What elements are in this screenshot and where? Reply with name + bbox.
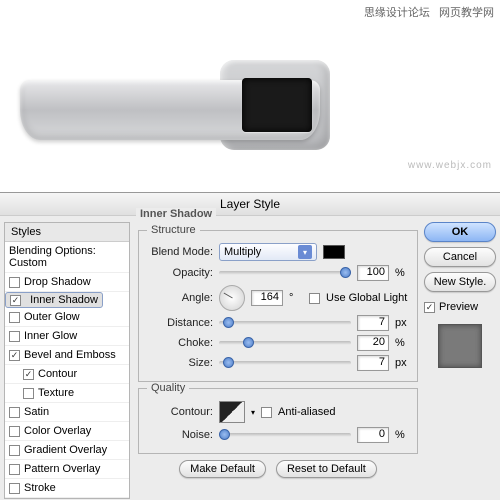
style-item-label: Stroke <box>24 482 56 494</box>
ok-button[interactable]: OK <box>424 222 496 242</box>
style-checkbox[interactable] <box>9 445 20 456</box>
styles-header[interactable]: Styles <box>5 223 129 242</box>
contour-label: Contour: <box>147 406 213 418</box>
preview-label: Preview <box>439 301 478 313</box>
noise-input[interactable]: 0 <box>357 427 389 443</box>
distance-label: Distance: <box>147 317 213 329</box>
cancel-button[interactable]: Cancel <box>424 247 496 267</box>
style-item-inner-glow[interactable]: Inner Glow <box>5 327 129 346</box>
style-item-color-overlay[interactable]: Color Overlay <box>5 422 129 441</box>
dialog-title: Layer Style <box>0 193 500 216</box>
style-item-label: Drop Shadow <box>24 276 91 288</box>
style-checkbox[interactable] <box>9 331 20 342</box>
style-item-label: Gradient Overlay <box>24 444 107 456</box>
choke-label: Choke: <box>147 337 213 349</box>
quality-group: Quality Contour: ▾ Anti-aliased Noise: 0… <box>138 388 418 454</box>
style-item-satin[interactable]: Satin <box>5 403 129 422</box>
noise-slider[interactable] <box>219 433 351 437</box>
new-style-button[interactable]: New Style. <box>424 272 496 292</box>
distance-input[interactable]: 7 <box>357 315 389 331</box>
style-item-label: Satin <box>24 406 49 418</box>
style-item-texture[interactable]: Texture <box>5 384 129 403</box>
action-pane: OK Cancel New Style. Preview <box>424 216 500 496</box>
blend-mode-label: Blend Mode: <box>147 246 213 258</box>
quality-label: Quality <box>147 382 189 394</box>
structure-group: Structure Blend Mode: Multiply ▾ Opacity… <box>138 230 418 382</box>
blend-mode-select[interactable]: Multiply ▾ <box>219 243 317 261</box>
choke-input[interactable]: 20 <box>357 335 389 351</box>
panel-title: Inner Shadow <box>136 208 216 220</box>
opacity-slider[interactable] <box>219 271 351 275</box>
style-item-bevel-and-emboss[interactable]: Bevel and Emboss <box>5 346 129 365</box>
style-item-inner-shadow[interactable]: Inner Shadow <box>5 292 103 308</box>
style-checkbox[interactable] <box>9 277 20 288</box>
angle-label: Angle: <box>147 292 213 304</box>
style-item-label: Inner Shadow <box>30 294 98 306</box>
size-label: Size: <box>147 357 213 369</box>
opacity-input[interactable]: 100 <box>357 265 389 281</box>
structure-label: Structure <box>147 224 200 236</box>
anti-aliased-checkbox[interactable] <box>261 407 272 418</box>
layer-style-dialog: Layer Style Styles Blending Options: Cus… <box>0 192 500 500</box>
style-item-label: Color Overlay <box>24 425 91 437</box>
style-item-drop-shadow[interactable]: Drop Shadow <box>5 273 129 292</box>
angle-dial[interactable] <box>219 285 245 311</box>
style-checkbox[interactable] <box>9 312 20 323</box>
settings-pane: Inner Shadow Structure Blend Mode: Multi… <box>130 216 424 496</box>
page-header: 思缘设计论坛 网页教学网 <box>358 4 494 20</box>
header-left: 思缘设计论坛 <box>364 7 430 19</box>
style-item-label: Contour <box>38 368 77 380</box>
make-default-button[interactable]: Make Default <box>179 460 266 478</box>
contour-picker[interactable] <box>219 401 245 423</box>
style-item-label: Texture <box>38 387 74 399</box>
style-checkbox[interactable] <box>9 407 20 418</box>
choke-slider[interactable] <box>219 341 351 345</box>
style-checkbox[interactable] <box>9 350 20 361</box>
global-light-label: Use Global Light <box>326 292 407 304</box>
style-item-contour[interactable]: Contour <box>5 365 129 384</box>
object-preview <box>10 30 340 160</box>
shadow-color-swatch[interactable] <box>323 245 345 259</box>
style-checkbox[interactable] <box>23 369 34 380</box>
style-item-label: Inner Glow <box>24 330 77 342</box>
style-item-pattern-overlay[interactable]: Pattern Overlay <box>5 460 129 479</box>
opacity-label: Opacity: <box>147 267 213 279</box>
angle-input[interactable]: 164 <box>251 290 283 306</box>
style-item-label: Bevel and Emboss <box>24 349 116 361</box>
style-checkbox[interactable] <box>9 483 20 494</box>
preview-checkbox[interactable] <box>424 302 435 313</box>
style-checkbox[interactable] <box>9 426 20 437</box>
distance-slider[interactable] <box>219 321 351 325</box>
style-item-stroke[interactable]: Stroke <box>5 479 129 498</box>
chevron-down-icon[interactable]: ▾ <box>251 408 255 417</box>
preview-swatch <box>438 324 482 368</box>
header-right: 网页教学网 <box>439 7 494 19</box>
reset-default-button[interactable]: Reset to Default <box>276 460 377 478</box>
size-slider[interactable] <box>219 361 351 365</box>
size-input[interactable]: 7 <box>357 355 389 371</box>
styles-list-pane: Styles Blending Options: Custom Drop Sha… <box>0 216 130 496</box>
chevron-down-icon: ▾ <box>298 245 312 259</box>
noise-label: Noise: <box>147 429 213 441</box>
style-checkbox[interactable] <box>10 295 21 306</box>
style-item-gradient-overlay[interactable]: Gradient Overlay <box>5 441 129 460</box>
global-light-checkbox[interactable] <box>309 293 320 304</box>
style-checkbox[interactable] <box>9 464 20 475</box>
blending-options-row[interactable]: Blending Options: Custom <box>5 242 129 273</box>
style-item-label: Pattern Overlay <box>24 463 100 475</box>
anti-aliased-label: Anti-aliased <box>278 406 335 418</box>
style-item-outer-glow[interactable]: Outer Glow <box>5 308 129 327</box>
style-checkbox[interactable] <box>23 388 34 399</box>
style-item-label: Outer Glow <box>24 311 80 323</box>
watermark: www.webjx.com <box>408 160 492 171</box>
